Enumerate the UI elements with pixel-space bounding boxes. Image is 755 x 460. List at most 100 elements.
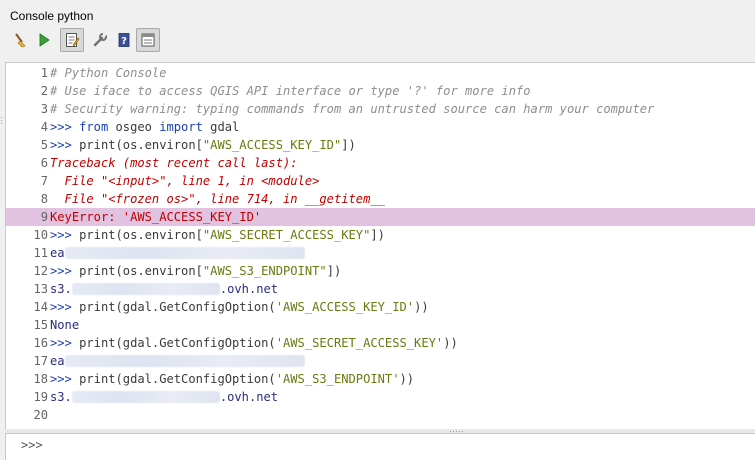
code-token: >>> bbox=[50, 138, 80, 152]
line-code: File "<frozen os>", line 714, in __getit… bbox=[50, 190, 385, 208]
line-number: 3 bbox=[40, 102, 48, 116]
console-line: 1 # Python Console bbox=[6, 64, 755, 82]
code-token: s3. bbox=[50, 282, 72, 296]
console-line: 10 >>> print(os.environ["AWS_SECRET_ACCES… bbox=[6, 226, 755, 244]
redacted-text bbox=[64, 355, 305, 367]
console-line: 6 Traceback (most recent call last): bbox=[6, 154, 755, 172]
code-token: print(os.environ[ bbox=[79, 228, 203, 242]
run-icon bbox=[39, 33, 50, 47]
console-output[interactable]: 1 # Python Console 2 # Use iface to access … bbox=[5, 62, 755, 429]
clear-console-button[interactable] bbox=[8, 28, 32, 52]
code-token: >>> bbox=[50, 264, 80, 278]
help-button[interactable]: ? bbox=[112, 28, 136, 52]
side-resize-grip[interactable] bbox=[1, 117, 4, 127]
console-line: 14 >>> print(gdal.GetConfigOption('AWS_AC… bbox=[6, 298, 755, 316]
code-token: )) bbox=[414, 300, 429, 314]
console-line: 7 File "<input>", line 1, in <module> bbox=[6, 172, 755, 190]
code-token: "AWS_S3_ENDPOINT" bbox=[202, 264, 327, 278]
code-token: import bbox=[159, 120, 203, 134]
line-code: # Use iface to access QGIS API interface… bbox=[50, 82, 531, 100]
line-number: 15 bbox=[33, 318, 48, 332]
broom-icon bbox=[15, 33, 26, 48]
line-number: 5 bbox=[40, 138, 48, 152]
code-token: Traceback (most recent call last): bbox=[50, 156, 298, 170]
line-code: s3. .ovh.net bbox=[50, 388, 278, 406]
line-code: >>> print(gdal.GetConfigOption('AWS_S3_E… bbox=[50, 370, 414, 388]
console-line: 8 File "<frozen os>", line 714, in __get… bbox=[6, 190, 755, 208]
line-number: 11 bbox=[33, 246, 48, 260]
line-number: 14 bbox=[33, 300, 48, 314]
code-token: "AWS_ACCESS_KEY_ID" bbox=[202, 138, 342, 152]
code-token: 'AWS_S3_ENDPOINT' bbox=[275, 372, 400, 386]
code-token: 'AWS_SECRET_ACCESS_KEY' bbox=[275, 336, 444, 350]
console-line: 12 >>> print(os.environ["AWS_S3_ENDPOINT"… bbox=[6, 262, 755, 280]
line-number: 16 bbox=[33, 336, 48, 350]
code-token: >>> bbox=[50, 336, 80, 350]
settings-window-icon bbox=[141, 33, 155, 47]
line-number: 6 bbox=[40, 156, 48, 170]
line-code: None bbox=[50, 316, 79, 334]
code-token: None bbox=[50, 318, 80, 332]
code-token: print(gdal.GetConfigOption( bbox=[79, 372, 276, 386]
line-number: 12 bbox=[33, 264, 48, 278]
console-line: 16 >>> print(gdal.GetConfigOption('AWS_SE… bbox=[6, 334, 755, 352]
redacted-text bbox=[71, 391, 220, 403]
line-code: >>> print(os.environ["AWS_ACCESS_KEY_ID"… bbox=[50, 136, 356, 154]
code-token: ]) bbox=[370, 228, 385, 242]
code-token: "AWS_SECRET_ACCESS_KEY" bbox=[202, 228, 371, 242]
code-token: >>> bbox=[50, 228, 80, 242]
line-code: # Security warning: typing commands from… bbox=[50, 100, 654, 118]
code-token: print(gdal.GetConfigOption( bbox=[79, 336, 276, 350]
code-token: File "<input>", line 1, in <module> bbox=[50, 174, 320, 188]
line-code: >>> from osgeo import gdal bbox=[50, 118, 239, 136]
code-token: KeyError: 'AWS_ACCESS_KEY_ID' bbox=[50, 210, 262, 224]
line-code: ea bbox=[50, 244, 305, 262]
console-line: 11 ea bbox=[6, 244, 755, 262]
line-number: 13 bbox=[33, 282, 48, 296]
code-token: ]) bbox=[341, 138, 356, 152]
console-line: 5 >>> print(os.environ["AWS_ACCESS_KEY_ID… bbox=[6, 136, 755, 154]
line-code: Traceback (most recent call last): bbox=[50, 154, 298, 172]
wrench-icon bbox=[93, 33, 107, 47]
line-code: # Python Console bbox=[50, 64, 167, 82]
console-line: 3 # Security warning: typing commands fro… bbox=[6, 100, 755, 118]
line-number: 1 bbox=[40, 66, 48, 80]
svg-text:?: ? bbox=[121, 36, 127, 47]
code-token: >>> bbox=[50, 120, 80, 134]
code-token: print(os.environ[ bbox=[79, 264, 203, 278]
line-number: 8 bbox=[40, 192, 48, 206]
console-line: 15 None bbox=[6, 316, 755, 334]
console-line: 19 s3. .ovh.net bbox=[6, 388, 755, 406]
input-prompt: >>> bbox=[21, 438, 43, 452]
show-editor-button[interactable] bbox=[60, 28, 84, 52]
line-code: s3. .ovh.net bbox=[50, 280, 278, 298]
line-number: 20 bbox=[33, 408, 48, 422]
code-token: from bbox=[79, 120, 109, 134]
console-input[interactable]: >>> bbox=[5, 433, 755, 460]
run-command-button[interactable] bbox=[32, 28, 56, 52]
options-button[interactable] bbox=[88, 28, 112, 52]
settings-window-button[interactable] bbox=[136, 28, 160, 52]
console-line: 18 >>> print(gdal.GetConfigOption('AWS_S3… bbox=[6, 370, 755, 388]
code-token: >>> bbox=[50, 300, 80, 314]
line-code: >>> print(os.environ["AWS_S3_ENDPOINT"]) bbox=[50, 262, 341, 280]
code-token: )) bbox=[399, 372, 415, 386]
code-token: print(gdal.GetConfigOption( bbox=[79, 300, 276, 314]
code-token: >>> bbox=[50, 372, 80, 386]
code-token: ]) bbox=[326, 264, 342, 278]
console-line: 2 # Use iface to access QGIS API interfac… bbox=[6, 82, 755, 100]
console-line: 17 ea bbox=[6, 352, 755, 370]
line-number: 9 bbox=[40, 210, 48, 224]
code-token: ea bbox=[50, 354, 65, 368]
line-code: >>> print(gdal.GetConfigOption('AWS_ACCE… bbox=[50, 298, 429, 316]
line-number: 4 bbox=[40, 120, 48, 134]
code-token: 'AWS_ACCESS_KEY_ID' bbox=[275, 300, 415, 314]
line-code: ea bbox=[50, 352, 305, 370]
line-number: 19 bbox=[33, 390, 48, 404]
console-line: 4 >>> from osgeo import gdal bbox=[6, 118, 755, 136]
line-number: 18 bbox=[33, 372, 48, 386]
code-token: # Python Console bbox=[50, 66, 167, 80]
code-token: File "<frozen os>", line 714, in __getit… bbox=[50, 192, 385, 206]
code-token: print(os.environ[ bbox=[79, 138, 203, 152]
editor-icon bbox=[66, 33, 80, 47]
